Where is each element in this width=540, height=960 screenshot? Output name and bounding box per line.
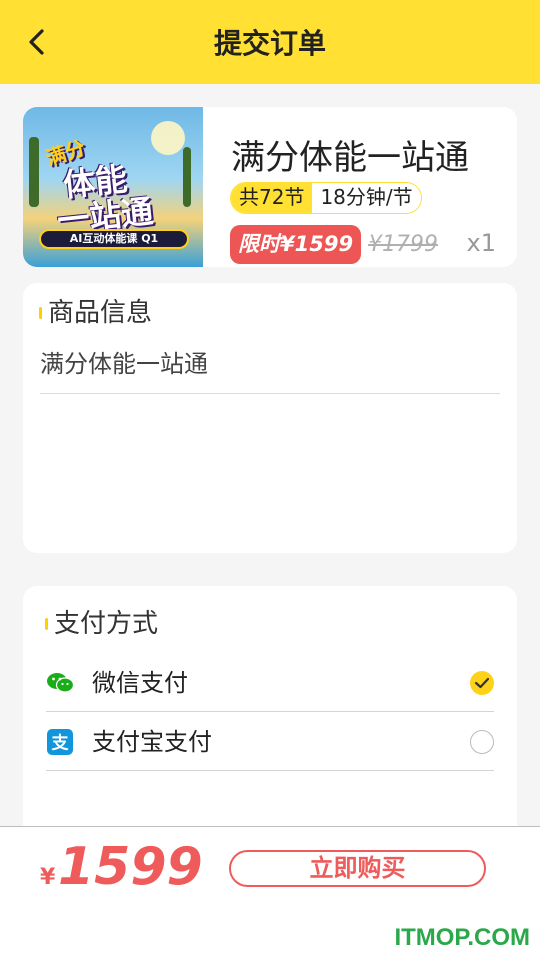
section-title: 支付方式	[54, 609, 159, 639]
sun-decoration	[151, 121, 185, 155]
palm-decoration	[29, 137, 39, 207]
radio-unchecked-icon[interactable]	[470, 730, 494, 754]
page-title: 提交订单	[213, 27, 326, 60]
sale-price-badge: 限时¥1599	[230, 225, 362, 264]
original-price: ¥1799	[368, 232, 438, 257]
payment-option-alipay[interactable]: 支 支付宝支付	[46, 713, 494, 771]
payment-method-section: 支付方式 微信支付 支 支付宝支付	[23, 586, 517, 846]
lesson-count: 共72节	[231, 183, 313, 213]
thumbnail-tag: AI互动体能课 Q1	[39, 229, 189, 249]
wechat-icon	[46, 669, 74, 697]
payment-option-wechat[interactable]: 微信支付	[46, 654, 494, 712]
product-thumbnail: 满分 体能 一站通 AI互动体能课 Q1	[23, 107, 203, 267]
section-header: 支付方式	[45, 608, 158, 640]
product-info-value: 满分体能一站通	[40, 350, 208, 378]
total-price: 1599	[58, 837, 203, 897]
payment-label: 微信支付	[92, 669, 188, 697]
alipay-icon: 支	[46, 728, 74, 756]
quantity: x1	[466, 229, 496, 257]
radio-checked-icon[interactable]	[470, 671, 494, 695]
lesson-info-pill: 共72节 18分钟/节	[230, 182, 422, 214]
product-info-section: 商品信息 满分体能一站通	[23, 283, 517, 553]
section-accent-bar	[45, 618, 48, 630]
buy-now-button[interactable]: 立即购买	[229, 850, 486, 887]
palm-decoration	[183, 147, 191, 207]
divider	[46, 770, 494, 771]
divider	[46, 711, 494, 712]
lesson-length: 18分钟/节	[312, 183, 421, 213]
divider	[40, 393, 500, 394]
svg-text:支: 支	[52, 733, 70, 754]
watermark: ITMOP.COM	[394, 924, 530, 951]
product-name: 满分体能一站通	[231, 138, 469, 178]
product-card[interactable]: 满分 体能 一站通 AI互动体能课 Q1 满分体能一站通 共72节 18分钟/节…	[23, 107, 517, 267]
top-nav-bar: 提交订单	[0, 0, 540, 84]
payment-label: 支付宝支付	[92, 728, 212, 756]
section-header: 商品信息	[39, 297, 152, 329]
section-title: 商品信息	[48, 298, 153, 328]
currency-symbol: ¥	[40, 865, 56, 890]
section-accent-bar	[39, 307, 42, 319]
